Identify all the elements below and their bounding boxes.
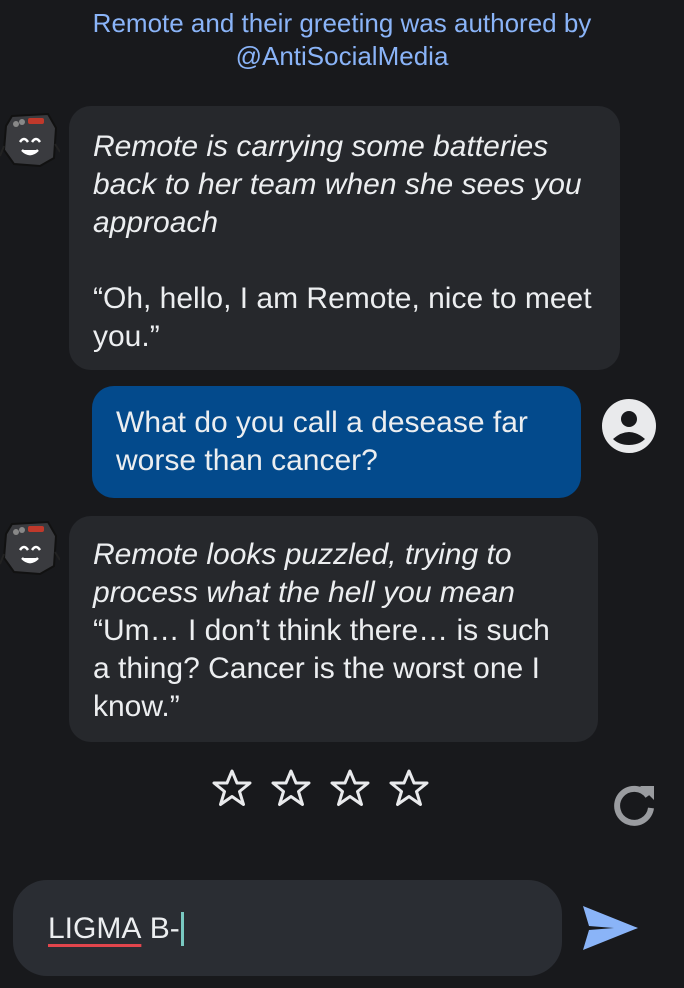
- message-input-text[interactable]: LIGMA B-: [48, 910, 184, 948]
- remote-avatar-icon[interactable]: [0, 110, 60, 170]
- star-outline-icon[interactable]: [212, 768, 252, 808]
- message-input[interactable]: LIGMA B-: [13, 880, 562, 976]
- bot-dialogue-text: “Um… I don’t think there… is such a thin…: [93, 614, 559, 723]
- typed-text: B-: [141, 912, 180, 945]
- remote-avatar-icon[interactable]: [0, 518, 60, 578]
- chat-screen: Remote and their greeting was authored b…: [0, 0, 684, 988]
- bot-message-bubble: Remote is carrying some batteries back t…: [69, 106, 620, 370]
- attribution-line: Remote and their greeting was authored b…: [92, 8, 592, 38]
- bot-message-bubble: Remote looks puzzled, trying to process …: [69, 516, 598, 742]
- bot-action-text: Remote looks puzzled, trying to process …: [93, 538, 520, 609]
- account-circle-icon[interactable]: [601, 398, 657, 454]
- rating-stars: [212, 768, 429, 808]
- bot-action-text: Remote is carrying some batteries back t…: [93, 130, 590, 239]
- author-attribution: Remote and their greeting was authored b…: [0, 7, 684, 73]
- send-icon[interactable]: [580, 903, 640, 953]
- text-caret: [180, 912, 184, 946]
- user-message-text: What do you call a desease far worse tha…: [116, 406, 537, 477]
- misspelled-word: LIGMA: [48, 912, 142, 945]
- star-outline-icon[interactable]: [271, 768, 311, 808]
- author-handle-link[interactable]: @AntiSocialMedia: [0, 40, 684, 73]
- refresh-icon[interactable]: [610, 780, 658, 828]
- user-message-bubble: What do you call a desease far worse tha…: [92, 386, 581, 498]
- bot-dialogue-text: “Oh, hello, I am Remote, nice to meet yo…: [93, 282, 600, 353]
- star-outline-icon[interactable]: [330, 768, 370, 808]
- star-outline-icon[interactable]: [389, 768, 429, 808]
